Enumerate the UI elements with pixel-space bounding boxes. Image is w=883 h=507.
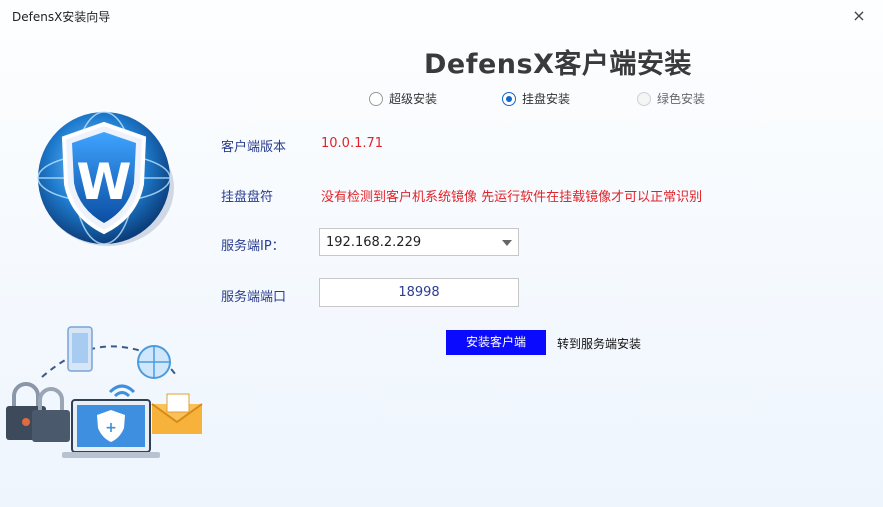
server-port-label: 服务端端口	[221, 290, 287, 305]
radio-label: 超级安装	[389, 92, 438, 106]
svg-text:+: +	[105, 420, 117, 436]
security-illustration-icon: +	[6, 326, 203, 458]
shield-logo-icon: W	[37, 111, 174, 246]
svg-text:W: W	[76, 153, 131, 211]
radio-checked-icon	[502, 91, 516, 106]
switch-to-server-install-link[interactable]: 转到服务端安装	[557, 335, 641, 352]
radio-circle-icon	[369, 91, 383, 106]
server-port-input[interactable]: 18998	[319, 278, 519, 307]
server-ip-select[interactable]: 192.168.2.229	[319, 228, 519, 256]
title-bar: DefensX安装向导 ×	[0, 0, 883, 32]
radio-mount-install[interactable]: 挂盘安装	[502, 90, 570, 107]
close-button[interactable]: ×	[849, 6, 869, 26]
radio-green-install: 绿色安装	[637, 90, 705, 107]
radio-circle-icon	[637, 91, 651, 106]
server-ip-value: 192.168.2.229	[326, 235, 422, 250]
server-ip-label: 服务端IP：	[221, 239, 285, 254]
radio-label: 绿色安装	[657, 92, 706, 106]
version-value: 10.0.1.71	[321, 136, 384, 151]
chevron-down-icon	[502, 240, 512, 246]
window-title: DefensX安装向导	[12, 10, 111, 24]
disk-status-message: 没有检测到客户机系统镜像 先运行软件在挂载镜像才可以正常识别	[321, 190, 703, 205]
version-label: 客户端版本	[221, 140, 287, 155]
radio-label: 挂盘安装	[522, 92, 571, 106]
disk-label: 挂盘盘符	[221, 190, 274, 205]
install-client-button[interactable]: 安装客户端	[446, 330, 546, 355]
radio-super-install[interactable]: 超级安装	[369, 90, 437, 107]
page-title: DefensX客户端安装	[424, 49, 692, 80]
